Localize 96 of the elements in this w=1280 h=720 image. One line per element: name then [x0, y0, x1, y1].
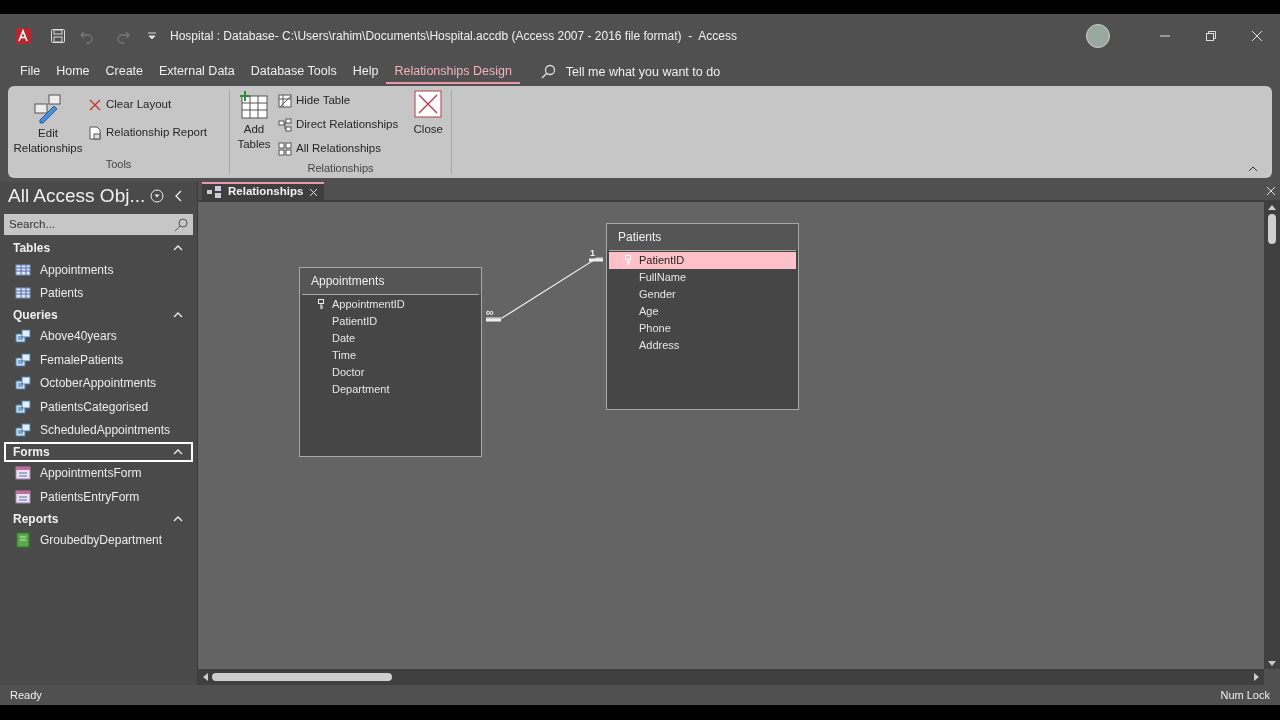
- chevron-up-icon[interactable]: [173, 311, 183, 318]
- close-relationships-button[interactable]: Close: [408, 90, 449, 160]
- nav-item[interactable]: AppointmentsForm: [0, 461, 197, 486]
- many-label: ∞: [486, 307, 494, 318]
- relationships-icon: [206, 186, 222, 198]
- nav-group-header[interactable]: Queries: [4, 304, 193, 325]
- ribbon-tab[interactable]: Database Tools: [242, 60, 345, 84]
- form-icon: [15, 488, 31, 505]
- nav-group-header[interactable]: Forms: [4, 441, 193, 462]
- add-tables-button[interactable]: Add Tables: [236, 90, 272, 160]
- group-label: Tools: [104, 157, 133, 172]
- nav-item[interactable]: GroubedbyDepartment: [0, 528, 197, 552]
- scroll-right-icon[interactable]: [1254, 673, 1260, 681]
- field-row[interactable]: Address: [609, 337, 796, 354]
- avatar-icon[interactable]: [1086, 24, 1110, 48]
- chevron-up-icon[interactable]: [173, 448, 183, 455]
- nav-item[interactable]: FemalePatients: [0, 348, 197, 372]
- field-row[interactable]: FullName: [609, 269, 796, 286]
- field-row[interactable]: Age: [609, 303, 796, 320]
- nav-group-header[interactable]: Tables: [4, 238, 193, 258]
- one-label: 1: [590, 248, 595, 258]
- search-icon: [174, 217, 188, 232]
- query-icon: [15, 422, 31, 439]
- field-row[interactable]: Department: [302, 381, 479, 398]
- field-row[interactable]: Date: [302, 330, 479, 347]
- document-icon: [88, 126, 102, 140]
- scroll-up-icon[interactable]: [1268, 204, 1276, 210]
- key-icon: [625, 255, 631, 266]
- nav-pane-title: All Access Obj...: [8, 183, 146, 208]
- app-logo-icon: [14, 27, 32, 45]
- document-tab[interactable]: Relationships: [202, 182, 325, 200]
- table-plus-icon: [239, 90, 269, 122]
- field-row[interactable]: PatientID: [302, 313, 479, 330]
- scroll-left-icon[interactable]: [202, 673, 208, 681]
- clear-layout-button[interactable]: Clear Layout: [88, 94, 207, 116]
- query-icon: [15, 351, 31, 368]
- direct-relationships-button[interactable]: Direct Relationships: [278, 114, 399, 136]
- nav-group-header[interactable]: Reports: [4, 508, 193, 529]
- key-icon: [318, 299, 324, 310]
- table-title: Appointments: [311, 273, 385, 290]
- dropdown-icon[interactable]: [149, 188, 166, 204]
- horizontal-scrollbar[interactable]: [198, 669, 1264, 685]
- nav-item[interactable]: Patients: [0, 281, 197, 305]
- search-field[interactable]: Search...: [4, 214, 193, 235]
- status-indicator: Num Lock: [1220, 687, 1270, 703]
- scroll-down-icon[interactable]: [1268, 661, 1276, 667]
- tell-me-field[interactable]: Tell me what you want to do: [539, 60, 721, 84]
- grid-icon: [278, 142, 292, 156]
- query-icon: [15, 398, 31, 415]
- ribbon-tab[interactable]: Create: [97, 60, 152, 84]
- field-row[interactable]: PatientID: [609, 252, 796, 269]
- field-row[interactable]: AppointmentID: [302, 296, 479, 313]
- close-icon: [414, 90, 443, 118]
- collapse-ribbon-icon[interactable]: [1246, 164, 1260, 174]
- all-relationships-button[interactable]: All Relationships: [278, 138, 399, 160]
- form-icon: [15, 465, 31, 482]
- group-label: Relationships: [306, 161, 375, 176]
- close-icon[interactable]: [309, 187, 319, 197]
- chevron-up-icon[interactable]: [173, 245, 183, 251]
- table-icon: [15, 261, 31, 278]
- edit-relationships-button[interactable]: Edit Relationships: [8, 90, 88, 156]
- scroll-thumb[interactable]: [212, 673, 392, 681]
- query-icon: [15, 328, 31, 345]
- status-text: Ready: [10, 687, 42, 703]
- nav-item[interactable]: OctoberAppointments: [0, 371, 197, 395]
- nav-item[interactable]: Above40years: [0, 324, 197, 349]
- chevron-up-icon[interactable]: [173, 515, 183, 522]
- table-title: Patients: [618, 229, 662, 246]
- ribbon-tab[interactable]: Help: [344, 60, 387, 84]
- hide-table-button[interactable]: Hide Table: [278, 90, 399, 112]
- nav-item[interactable]: PatientsEntryForm: [0, 485, 197, 509]
- table-box[interactable]: Appointments AppointmentID PatientID Date Time Doctor Department: [299, 267, 482, 457]
- pencil-icon: [32, 92, 64, 124]
- table-box[interactable]: Patients PatientID FullName Gender Age Phone Address: [606, 223, 799, 410]
- query-icon: [15, 375, 31, 392]
- field-row[interactable]: Gender: [609, 286, 796, 303]
- scroll-thumb[interactable]: [1268, 214, 1276, 244]
- nav-item[interactable]: Appointments: [0, 258, 197, 282]
- linked-boxes-icon: [278, 118, 292, 132]
- window-title: Hospital : Database- C:\Users\rahim\Documents\Hospital.accdb (Access 2007 - 2016 file format) - Access: [170, 28, 737, 45]
- ribbon-tab[interactable]: Relationships Design: [386, 60, 520, 84]
- field-row[interactable]: Time: [302, 347, 479, 364]
- ribbon-tab[interactable]: Home: [48, 60, 98, 84]
- relationship-report-button[interactable]: Relationship Report: [88, 122, 207, 144]
- table-icon: [278, 94, 292, 108]
- vertical-scrollbar[interactable]: [1264, 202, 1280, 669]
- table-icon: [15, 285, 31, 302]
- field-row[interactable]: Doctor: [302, 364, 479, 381]
- ribbon-tab[interactable]: File: [12, 60, 49, 84]
- field-row[interactable]: Phone: [609, 320, 796, 337]
- cross-icon: [88, 98, 102, 112]
- nav-item[interactable]: PatientsCategorised: [0, 394, 197, 419]
- report-icon: [15, 532, 31, 549]
- ribbon-tab[interactable]: External Data: [151, 60, 243, 84]
- nav-item[interactable]: ScheduledAppointments: [0, 418, 197, 442]
- search-icon: [539, 64, 556, 80]
